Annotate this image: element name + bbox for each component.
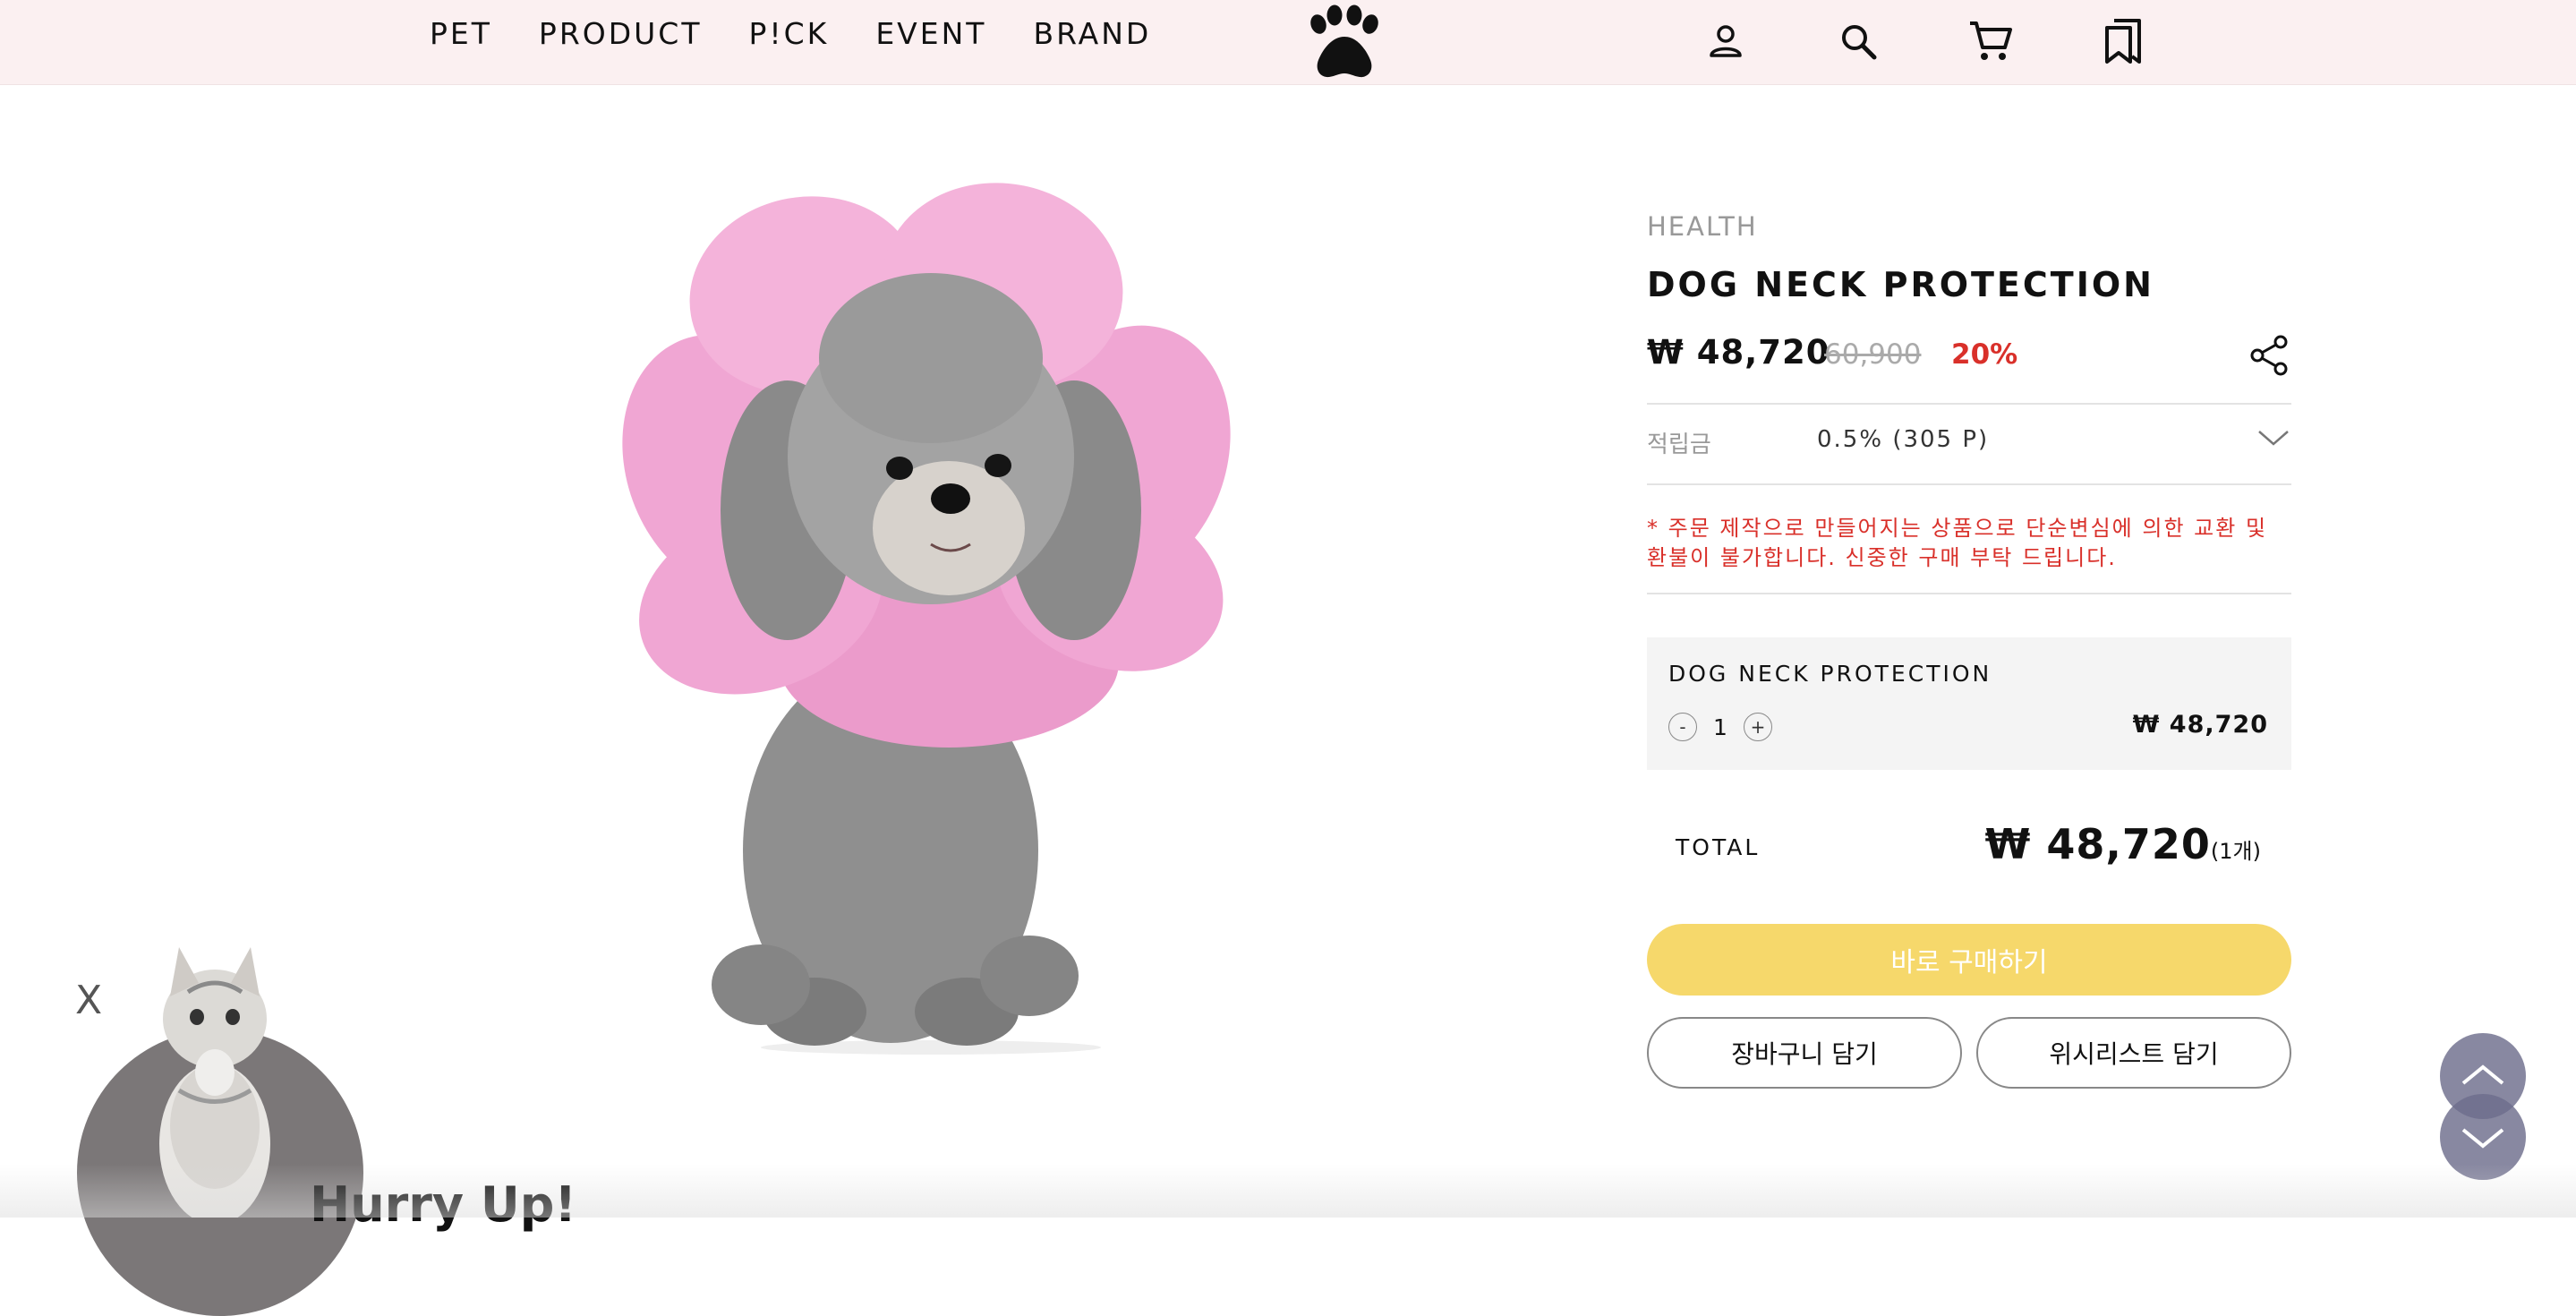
total-price-group: ₩ 48,720(1개) [1985, 820, 2261, 868]
nav-item-pick[interactable]: P!CK [749, 16, 830, 51]
cart-icon[interactable] [1966, 16, 2016, 66]
price-line: ₩ 48,720 60,900 20% [1647, 333, 2291, 387]
quantity-stepper: - 1 + [1668, 713, 1772, 741]
buy-now-button[interactable]: 바로 구매하기 [1647, 924, 2291, 996]
nav-item-brand[interactable]: BRAND [1033, 16, 1151, 51]
quantity-increase-button[interactable]: + [1744, 713, 1772, 741]
total-label: TOTAL [1676, 834, 1761, 860]
product-category: HEALTH [1647, 211, 1758, 242]
quantity-value[interactable]: 1 [1697, 714, 1744, 740]
chevron-down-icon[interactable] [2256, 421, 2291, 457]
sale-price: ₩ 48,720 [1647, 333, 1830, 372]
bookmark-icon[interactable] [2098, 16, 2148, 66]
paw-icon[interactable] [1301, 4, 1387, 81]
bottom-fade [0, 1164, 2576, 1218]
divider [1647, 403, 2291, 405]
nav-item-product[interactable]: PRODUCT [539, 16, 703, 51]
points-row[interactable]: 적립금 0.5% (305 P) [1647, 426, 2291, 471]
selected-option-box: DOG NECK PROTECTION - 1 + ₩ 48,720 [1647, 637, 2291, 770]
points-label: 적립금 [1647, 432, 1711, 458]
add-to-cart-button[interactable]: 장바구니 담기 [1647, 1017, 1962, 1089]
quantity-decrease-button[interactable]: - [1668, 713, 1697, 741]
nav-item-event[interactable]: EVENT [875, 16, 986, 51]
original-price: 60,900 [1824, 338, 1922, 371]
main-nav: PET PRODUCT P!CK EVENT BRAND [430, 16, 1151, 51]
total-price: ₩ 48,720 [1984, 820, 2211, 868]
refund-notice: * 주문 제작으로 만들어지는 상품으로 단순변심에 의한 교환 및 환불이 불… [1647, 516, 2268, 570]
discount-rate: 20% [1951, 338, 2018, 371]
share-icon[interactable] [2247, 333, 2291, 378]
product-title: DOG NECK PROTECTION [1647, 265, 2154, 304]
total-row: TOTAL ₩ 48,720(1개) [1647, 820, 2291, 883]
total-count: (1개) [2210, 839, 2261, 864]
popup-close-button[interactable]: X [75, 978, 102, 1023]
points-value: 0.5% (305 P) [1817, 426, 1990, 453]
option-price: ₩ 48,720 [2132, 711, 2268, 739]
product-image[interactable] [573, 152, 1289, 1056]
nav-item-pet[interactable]: PET [430, 16, 492, 51]
search-icon[interactable] [1833, 16, 1883, 66]
divider [1647, 593, 2291, 594]
user-icon[interactable] [1701, 16, 1751, 66]
top-navigation-bar: PET PRODUCT P!CK EVENT BRAND [0, 0, 2576, 85]
option-name: DOG NECK PROTECTION [1668, 661, 1992, 687]
divider [1647, 483, 2291, 485]
product-info-panel: HEALTH DOG NECK PROTECTION ₩ 48,720 60,9… [1647, 211, 2291, 1089]
add-to-wishlist-button[interactable]: 위시리스트 담기 [1976, 1017, 2291, 1089]
header-icon-group [1701, 16, 2148, 66]
